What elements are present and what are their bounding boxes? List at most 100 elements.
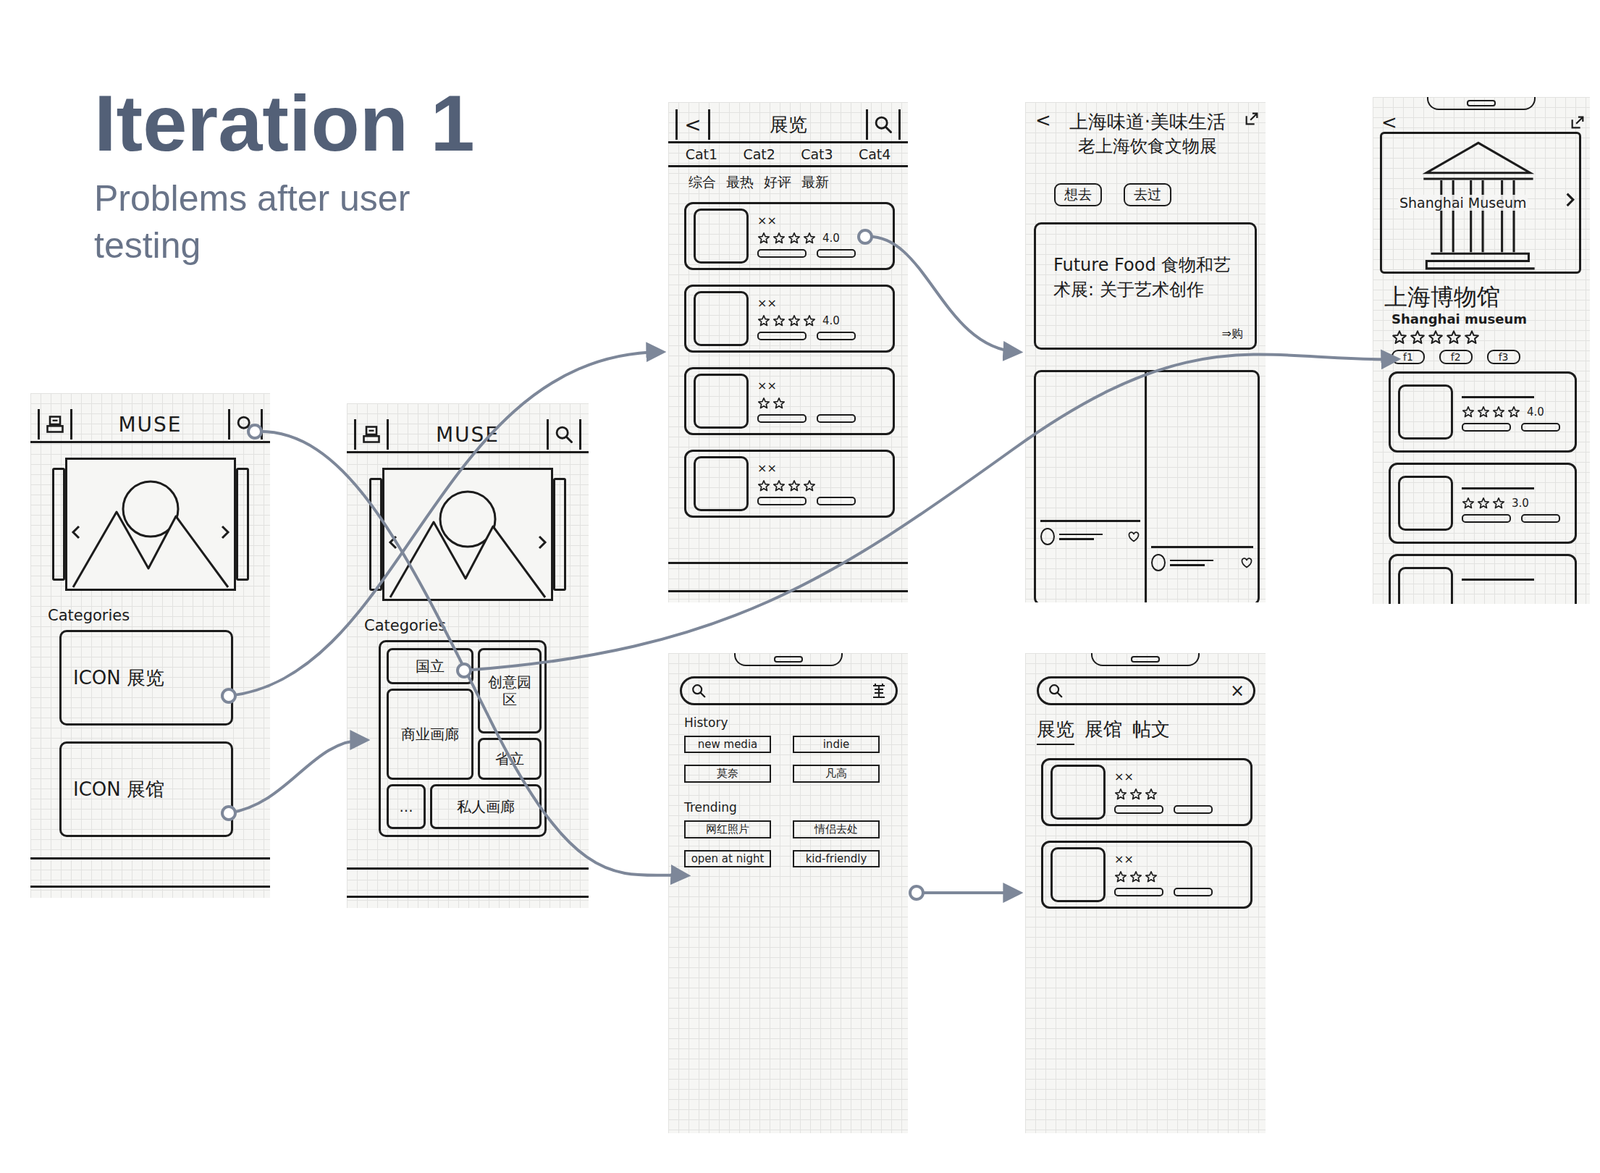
venue-card[interactable]: ×× xyxy=(1041,840,1253,909)
venue-card[interactable]: ×× xyxy=(684,367,895,436)
title-placeholder xyxy=(1461,487,1535,490)
venue-card[interactable]: 3.0 xyxy=(1388,462,1577,544)
venue-card[interactable]: ×× 4.0 xyxy=(684,284,895,353)
venue-type-tile[interactable]: 商业画廊 xyxy=(386,688,474,780)
sort-option[interactable]: 最热 xyxy=(726,173,754,192)
star-icon xyxy=(1427,329,1444,346)
trending-tag[interactable]: open at night xyxy=(684,849,772,868)
star-icon xyxy=(757,479,771,493)
sort-option[interactable]: 好评 xyxy=(763,173,792,192)
search-icon[interactable] xyxy=(873,114,894,135)
share-icon[interactable] xyxy=(1243,110,1260,127)
filter-tag[interactable]: f1 xyxy=(1391,349,1425,365)
search-icon[interactable] xyxy=(690,682,707,699)
venue-type-tile[interactable]: 省立 xyxy=(477,737,542,780)
category-tab[interactable]: Cat3 xyxy=(800,146,833,163)
avatar-icon xyxy=(1151,553,1166,572)
star-icon xyxy=(1492,405,1506,419)
back-button[interactable]: < xyxy=(1035,110,1052,130)
search-field[interactable]: × xyxy=(1036,676,1256,706)
sort-option[interactable]: 综合 xyxy=(688,173,717,192)
star-rating xyxy=(1391,329,1590,346)
result-tab[interactable]: 展馆 xyxy=(1084,716,1123,745)
trending-tag[interactable]: kid-friendly xyxy=(792,849,880,868)
category-tab[interactable]: Cat1 xyxy=(685,146,718,163)
thumbnail xyxy=(1398,475,1454,531)
action-button[interactable]: 想去 xyxy=(1054,183,1102,207)
rating-value: 4.0 xyxy=(822,314,840,328)
search-button[interactable] xyxy=(228,409,263,440)
post-card[interactable] xyxy=(1036,372,1147,603)
back-button[interactable]: < xyxy=(675,109,711,140)
search-icon[interactable] xyxy=(553,424,575,445)
tab-bar xyxy=(346,867,589,898)
star-icon xyxy=(1492,496,1506,510)
history-tag[interactable]: 莫奈 xyxy=(684,764,772,783)
venue-type-tile[interactable]: 国立 xyxy=(386,647,474,685)
clear-button[interactable]: × xyxy=(1230,681,1245,700)
category-card[interactable]: ICON 展馆 xyxy=(59,741,234,837)
rating-value: 3.0 xyxy=(1511,496,1530,510)
sort-option[interactable]: 最新 xyxy=(801,173,829,192)
search-button[interactable] xyxy=(546,419,582,450)
tab-bar xyxy=(30,857,271,888)
venue-type-tile[interactable]: 私人画廊 xyxy=(430,784,542,829)
library-icon[interactable] xyxy=(44,414,66,435)
top-bar: MUSE xyxy=(30,407,271,444)
flow-arrow xyxy=(222,351,661,703)
hero-image[interactable] xyxy=(382,467,554,601)
venue-card[interactable]: ××4.0 xyxy=(684,201,895,271)
share-icon[interactable] xyxy=(1569,114,1586,131)
library-icon[interactable] xyxy=(361,424,382,445)
heart-icon[interactable] xyxy=(1240,556,1254,569)
result-tab[interactable]: 帖文 xyxy=(1132,716,1170,745)
card-title: ×× xyxy=(757,296,856,310)
action-button[interactable]: 去过 xyxy=(1123,183,1172,207)
thumbnail xyxy=(1398,566,1454,604)
title-placeholder xyxy=(1461,578,1535,581)
star-icon xyxy=(1114,870,1128,884)
star-rating xyxy=(1114,786,1213,802)
ticket-link[interactable]: ⇒购 xyxy=(1222,326,1244,342)
tag-placeholder xyxy=(1461,514,1511,523)
trending-tag[interactable]: 网红照片 xyxy=(684,820,772,839)
star-icon xyxy=(802,479,816,493)
category-list: ICON 展览 ICON 展馆 xyxy=(30,629,271,837)
star-rating: 3.0 xyxy=(1461,495,1561,511)
action-row: 想去去过 xyxy=(1025,157,1266,207)
venue-card[interactable]: ×× xyxy=(684,449,895,518)
trending-tag[interactable]: 情侣去处 xyxy=(792,820,880,839)
category-tab[interactable]: Cat2 xyxy=(742,146,775,163)
star-rating xyxy=(1114,869,1213,884)
star-icon xyxy=(757,314,771,328)
hero-image[interactable] xyxy=(65,457,237,591)
history-tag[interactable]: 凡高 xyxy=(792,764,880,783)
venue-type-tile[interactable]: ... xyxy=(386,784,426,829)
voice-icon[interactable] xyxy=(870,681,887,700)
search-icon[interactable] xyxy=(1047,682,1064,699)
category-tab[interactable]: Cat4 xyxy=(858,146,891,163)
library-button[interactable] xyxy=(354,419,389,450)
back-button[interactable]: < xyxy=(1381,112,1398,132)
venue-card[interactable] xyxy=(1388,553,1577,604)
library-button[interactable] xyxy=(37,409,73,440)
filter-tag[interactable]: f3 xyxy=(1487,349,1521,365)
venue-card[interactable]: ×× xyxy=(1041,758,1253,827)
result-tab[interactable]: 展览 xyxy=(1036,716,1075,745)
filter-tag[interactable]: f2 xyxy=(1439,349,1473,365)
screen-title: 展览 xyxy=(769,112,808,138)
category-card[interactable]: ICON 展览 xyxy=(59,629,234,726)
carousel-peek xyxy=(369,477,383,591)
search-icon[interactable] xyxy=(235,414,256,435)
venue-type-tile[interactable]: 创意园区 xyxy=(477,647,542,734)
tag-placeholder xyxy=(816,249,856,258)
post-card[interactable] xyxy=(1146,372,1258,603)
venue-card[interactable]: 4.0 xyxy=(1388,371,1577,453)
venues-screen: MUSECategories国立创意园区商业画廊省立...私人画廊 xyxy=(346,403,589,908)
history-tag[interactable]: indie xyxy=(792,735,880,753)
search-button[interactable] xyxy=(865,109,901,140)
search-field[interactable] xyxy=(679,676,898,706)
feature-card[interactable]: Future Food 食物和艺术展: 关于艺术创作⇒购 xyxy=(1033,222,1257,350)
history-tag[interactable]: new media xyxy=(684,735,772,753)
heart-icon[interactable] xyxy=(1127,530,1141,543)
